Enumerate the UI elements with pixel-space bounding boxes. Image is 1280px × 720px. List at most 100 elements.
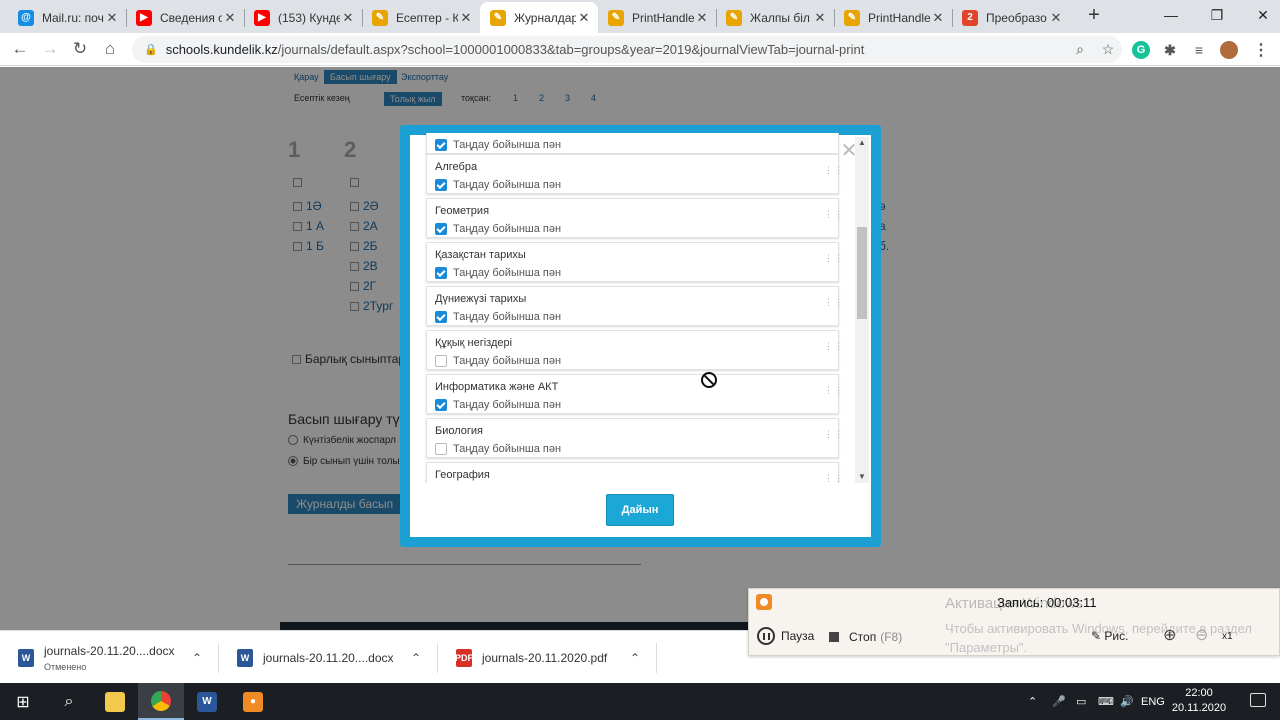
close-tab-icon[interactable]: ✕ (576, 10, 592, 26)
done-button[interactable]: Дайын (606, 494, 674, 526)
browser-tab[interactable]: 2 Преобразо ✕ (952, 2, 1070, 33)
new-tab-button[interactable]: + (1084, 5, 1104, 26)
drag-handle-icon[interactable]: ⋮⋮ (824, 474, 843, 483)
bookmark-star-icon[interactable]: ☆ (1094, 41, 1122, 58)
subject-item[interactable]: Дүниежүзі тарихы Таңдау бойынша пән ⋮⋮ (426, 286, 843, 326)
browser-tab[interactable]: ▶ (153) Кунде ✕ (244, 2, 362, 33)
subject-item[interactable]: Алгебра Таңдау бойынша пән ⋮⋮ (426, 154, 843, 194)
drag-handle-icon[interactable]: ⋮⋮ (824, 298, 843, 312)
scroll-up-arrow-icon[interactable]: ▲ (855, 137, 869, 149)
maximize-button[interactable]: ❐ (1202, 4, 1232, 28)
taskbar-chrome[interactable] (138, 683, 184, 720)
subject-option[interactable]: Таңдау бойынша пән (435, 399, 561, 411)
drag-handle-icon[interactable]: ⋮⋮ (824, 254, 843, 268)
search-button[interactable]: ⌕ (46, 683, 92, 720)
subject-item[interactable]: Геометрия Таңдау бойынша пән ⋮⋮ (426, 198, 843, 238)
browser-tab[interactable]: ✎ PrintHandle ✕ (834, 2, 952, 33)
extensions-puzzle-icon[interactable]: ✱ (1161, 41, 1179, 59)
subject-option-label: Таңдау бойынша пән (453, 355, 562, 367)
download-item[interactable]: PDF journals-20.11.2020.pdf ⌃ (455, 631, 640, 684)
close-tab-icon[interactable]: ✕ (458, 10, 474, 26)
subject-item[interactable]: ГеографияТаңдау бойынша пән⋮⋮ (426, 462, 843, 483)
zoom-in-icon[interactable]: ⊕ (1163, 625, 1176, 645)
tab-title: PrintHandle (868, 10, 930, 25)
profile-avatar[interactable] (1220, 41, 1238, 59)
close-tab-icon[interactable]: ✕ (222, 10, 238, 26)
drag-handle-icon[interactable]: ⋮⋮ (824, 386, 843, 400)
microphone-icon[interactable]: 🎤 (1052, 683, 1066, 720)
language-indicator[interactable]: ENG (1141, 683, 1165, 720)
pause-button[interactable]: Пауза (757, 627, 814, 645)
checkbox-checked-icon[interactable] (435, 223, 447, 235)
subject-list-scrollbar[interactable]: ▲ ▼ (855, 137, 869, 483)
download-item[interactable]: Wjournals-20.11.20....docx Отменено ⌃ (18, 631, 202, 684)
zoom-icon[interactable]: ⌕ (1066, 41, 1094, 58)
chevron-up-icon[interactable]: ⌃ (411, 651, 421, 665)
menu-kebab-icon[interactable]: ⋮ (1252, 41, 1270, 59)
chevron-up-icon[interactable]: ⌃ (630, 651, 640, 665)
checkbox-unchecked-icon[interactable] (435, 355, 447, 367)
subject-option[interactable]: Таңдау бойынша пән (435, 179, 561, 191)
forward-button[interactable]: → (38, 38, 62, 62)
browser-tab[interactable]: @ Mail.ru: поч ✕ (8, 2, 126, 33)
close-tab-icon[interactable]: ✕ (694, 10, 710, 26)
taskbar-recorder[interactable]: ● (230, 683, 276, 720)
subject-item[interactable]: Биология Таңдау бойынша пән ⋮⋮ (426, 418, 843, 458)
start-button[interactable]: ⊞ (0, 683, 46, 720)
draw-button[interactable]: ✎ Рис. (1091, 629, 1128, 643)
browser-tab[interactable]: ✎ Есептер - К ✕ (362, 2, 480, 33)
drag-handle-icon[interactable]: ⋮⋮ (824, 166, 843, 180)
drag-handle-icon[interactable]: ⋮⋮ (824, 342, 843, 356)
subject-item[interactable]: Информатика және АКТ Таңдау бойынша пән ⋮⋮ (426, 374, 843, 414)
checkbox-checked-icon[interactable] (435, 139, 447, 151)
checkbox-unchecked-icon[interactable] (435, 443, 447, 455)
checkbox-checked-icon[interactable] (435, 399, 447, 411)
browser-tab[interactable]: ✎ PrintHandle ✕ (598, 2, 716, 33)
grammarly-extension-icon[interactable]: G (1132, 41, 1150, 59)
browser-tab[interactable]: ✎ Жалпы біл ✕ (716, 2, 834, 33)
browser-tab[interactable]: ▶ Сведения о ✕ (126, 2, 244, 33)
taskbar-explorer[interactable] (92, 683, 138, 720)
close-tab-icon[interactable]: ✕ (340, 10, 356, 26)
kundelik-icon: ✎ (726, 9, 742, 26)
close-tab-icon[interactable]: ✕ (812, 10, 828, 26)
stop-button[interactable]: Стоп (F8) (829, 630, 902, 644)
battery-icon[interactable]: ▭ (1076, 683, 1086, 720)
network-icon[interactable]: ⌨ (1098, 683, 1114, 720)
notification-icon[interactable] (1250, 693, 1266, 707)
checkbox-checked-icon[interactable] (435, 267, 447, 279)
minimize-button[interactable]: — (1156, 4, 1186, 28)
checkbox-checked-icon[interactable] (435, 179, 447, 191)
chevron-up-icon[interactable]: ⌃ (192, 651, 202, 665)
zoom-out-icon[interactable]: ⊖ (1195, 625, 1208, 645)
back-button[interactable]: ← (8, 38, 32, 62)
browser-tab[interactable]: ✎ Журналдар ✕ (480, 2, 598, 33)
subject-item[interactable]: Құқық негіздері Таңдау бойынша пән ⋮⋮ (426, 330, 843, 370)
scroll-down-arrow-icon[interactable]: ▼ (855, 471, 869, 483)
reload-button[interactable]: ↻ (68, 38, 92, 62)
subject-option[interactable]: Таңдау бойынша пән (435, 311, 561, 323)
subject-item[interactable]: Қазақстан тарихы Таңдау бойынша пән ⋮⋮ (426, 242, 843, 282)
subject-option[interactable]: Таңдау бойынша пән (435, 223, 561, 235)
taskbar-word[interactable]: W (184, 683, 230, 720)
system-clock[interactable]: 22:00 20.11.2020 (1170, 686, 1228, 716)
subject-option[interactable]: Таңдау бойынша пән (435, 355, 561, 367)
reading-list-icon[interactable]: ≡ (1190, 41, 1208, 59)
scroll-thumb[interactable] (857, 227, 867, 319)
home-button[interactable]: ⌂ (98, 38, 122, 62)
close-tab-icon[interactable]: ✕ (1048, 10, 1064, 26)
volume-icon[interactable]: 🔊 (1120, 683, 1134, 720)
close-tab-icon[interactable]: ✕ (104, 10, 120, 26)
subject-option[interactable]: Таңдау бойынша пән (435, 267, 561, 279)
drag-handle-icon[interactable]: ⋮⋮ (824, 430, 843, 444)
drag-handle-icon[interactable]: ⋮⋮ (824, 210, 843, 224)
tray-chevron-icon[interactable]: ⌃ (1028, 683, 1037, 720)
checkbox-checked-icon[interactable] (435, 311, 447, 323)
close-window-button[interactable]: ✕ (1248, 4, 1278, 28)
address-bar[interactable]: 🔒 schools.kundelik.kz/journals/default.a… (132, 36, 1122, 63)
download-item[interactable]: Wjournals-20.11.20....docx ⌃ (237, 631, 421, 684)
subject-item-partial[interactable]: Таңдау бойынша пән (426, 133, 839, 154)
subject-option[interactable]: Таңдау бойынша пән (435, 139, 561, 151)
subject-option[interactable]: Таңдау бойынша пән (435, 443, 561, 455)
close-tab-icon[interactable]: ✕ (930, 10, 946, 26)
